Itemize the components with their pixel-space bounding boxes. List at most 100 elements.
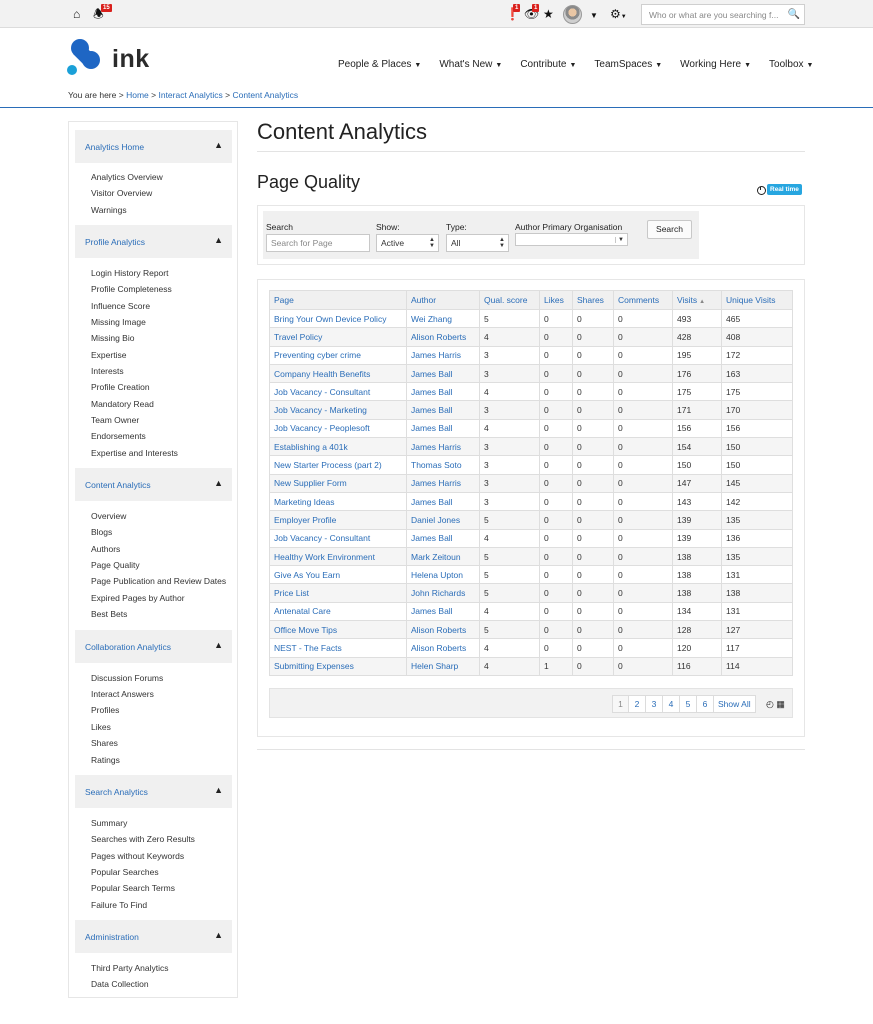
author-cell[interactable]: Helen Sharp — [406, 656, 480, 676]
column-header-unique-visits[interactable]: Unique Visits — [721, 290, 793, 310]
export-table-icon[interactable]: ▦ — [776, 699, 785, 709]
author-cell[interactable]: James Harris — [406, 437, 480, 457]
sidebar-item-overview[interactable]: Overview — [91, 511, 126, 521]
page-link-6[interactable]: 6 — [697, 695, 714, 713]
sidebar-item-endorsements[interactable]: Endorsements — [91, 431, 146, 441]
sidebar-section-collaboration-analytics[interactable]: Collaboration Analytics ▲ — [75, 630, 232, 663]
sidebar-item-login-history-report[interactable]: Login History Report — [91, 268, 168, 278]
author-cell[interactable]: Alison Roberts — [406, 327, 480, 347]
sidebar-item-expired-pages-by-author[interactable]: Expired Pages by Author — [91, 593, 185, 603]
sidebar-item-expertise-and-interests[interactable]: Expertise and Interests — [91, 448, 178, 458]
author-cell[interactable]: James Ball — [406, 363, 480, 384]
sidebar-item-discussion-forums[interactable]: Discussion Forums — [91, 673, 163, 683]
page-cell[interactable]: Antenatal Care — [269, 601, 407, 622]
clock-icon[interactable]: ◴ — [766, 699, 774, 709]
column-header-author[interactable]: Author — [406, 290, 480, 310]
sidebar-item-profiles[interactable]: Profiles — [91, 705, 119, 715]
search-button[interactable]: Search — [647, 220, 692, 239]
breadcrumb-interact-analytics[interactable]: Interact Analytics — [158, 90, 222, 100]
chevron-up-icon[interactable]: ▲ — [214, 785, 223, 795]
realtime-badge[interactable]: Real time — [767, 184, 802, 195]
page-cell[interactable]: Healthy Work Environment — [269, 546, 407, 567]
sidebar-item-popular-searches[interactable]: Popular Searches — [91, 867, 159, 877]
page-cell[interactable]: Establishing a 401k — [269, 437, 407, 457]
sidebar-item-summary[interactable]: Summary — [91, 818, 127, 828]
author-cell[interactable]: Alison Roberts — [406, 620, 480, 640]
sidebar-item-warnings[interactable]: Warnings — [91, 205, 127, 215]
brand-logo-icon[interactable] — [66, 37, 106, 77]
sidebar-item-visitor-overview[interactable]: Visitor Overview — [91, 188, 152, 198]
author-cell[interactable]: James Ball — [406, 601, 480, 622]
page-cell[interactable]: Job Vacancy - Consultant — [269, 382, 407, 402]
page-cell[interactable]: Bring Your Own Device Policy — [269, 308, 407, 329]
sidebar-item-interact-answers[interactable]: Interact Answers — [91, 689, 154, 699]
author-cell[interactable]: Daniel Jones — [406, 510, 480, 530]
nav-people-places[interactable]: People & Places ▼ — [338, 59, 421, 73]
chevron-up-icon[interactable]: ▲ — [214, 478, 223, 488]
global-search-input[interactable] — [642, 5, 778, 24]
author-cell[interactable]: Mark Zeitoun — [406, 546, 480, 567]
show-all-link[interactable]: Show All — [714, 695, 756, 713]
sidebar-item-expertise[interactable]: Expertise — [91, 350, 126, 360]
sidebar-item-page-publication-review-dates[interactable]: Page Publication and Review Dates — [91, 576, 226, 586]
page-search-input[interactable]: Search for Page — [266, 234, 370, 252]
sidebar-item-authors[interactable]: Authors — [91, 544, 120, 554]
sidebar-item-failure-to-find[interactable]: Failure To Find — [91, 900, 147, 910]
show-select[interactable]: Active ▲ ▼ — [376, 234, 439, 252]
author-cell[interactable]: Thomas Soto — [406, 455, 480, 475]
brand-name[interactable]: ink — [112, 45, 150, 74]
sidebar-item-page-quality[interactable]: Page Quality — [91, 560, 140, 570]
sidebar-item-mandatory-read[interactable]: Mandatory Read — [91, 399, 154, 409]
favourites-star-icon[interactable]: ★ — [543, 7, 554, 21]
page-cell[interactable]: Job Vacancy - Marketing — [269, 400, 407, 420]
page-link-4[interactable]: 4 — [663, 695, 680, 713]
watch-eye-icon[interactable]: 👁 1 — [524, 4, 540, 21]
home-icon[interactable]: ⌂ — [73, 7, 80, 21]
user-avatar[interactable] — [563, 5, 582, 24]
page-cell[interactable]: NEST - The Facts — [269, 638, 407, 658]
sidebar-section-administration[interactable]: Administration ▲ — [75, 920, 232, 953]
sidebar-item-missing-bio[interactable]: Missing Bio — [91, 333, 134, 343]
page-link-3[interactable]: 3 — [646, 695, 663, 713]
nav-whats-new[interactable]: What's New ▼ — [439, 59, 502, 73]
sidebar-section-analytics-home[interactable]: Analytics Home ▲ — [75, 130, 232, 163]
page-cell[interactable]: New Supplier Form — [269, 473, 407, 493]
page-cell[interactable]: Employer Profile — [269, 510, 407, 530]
user-menu-caret-icon[interactable]: ▼ — [590, 9, 598, 23]
sidebar-item-interests[interactable]: Interests — [91, 366, 124, 376]
nav-teamspaces[interactable]: TeamSpaces ▼ — [594, 59, 662, 73]
page-cell[interactable]: New Starter Process (part 2) — [269, 455, 407, 475]
author-cell[interactable]: James Ball — [406, 400, 480, 420]
notifications-bell-icon[interactable]: 🕭 15 — [93, 4, 112, 21]
sidebar-section-search-analytics[interactable]: Search Analytics ▲ — [75, 775, 232, 808]
page-cell[interactable]: Give As You Earn — [269, 565, 407, 585]
sidebar-item-influence-score[interactable]: Influence Score — [91, 301, 150, 311]
page-cell[interactable]: Job Vacancy - Consultant — [269, 528, 407, 548]
author-cell[interactable]: James Ball — [406, 491, 480, 512]
page-link-1[interactable]: 1 — [612, 695, 629, 713]
sidebar-item-team-owner[interactable]: Team Owner — [91, 415, 139, 425]
chevron-up-icon[interactable]: ▲ — [214, 930, 223, 940]
author-cell[interactable]: Wei Zhang — [406, 308, 480, 329]
page-cell[interactable]: Submitting Expenses — [269, 656, 407, 676]
sidebar-item-missing-image[interactable]: Missing Image — [91, 317, 146, 327]
sidebar-item-searches-zero-results[interactable]: Searches with Zero Results — [91, 834, 195, 844]
sidebar-item-shares[interactable]: Shares — [91, 738, 118, 748]
author-cell[interactable]: James Ball — [406, 418, 480, 439]
sidebar-item-likes[interactable]: Likes — [91, 722, 111, 732]
chevron-up-icon[interactable]: ▲ — [214, 140, 223, 150]
author-cell[interactable]: James Ball — [406, 528, 480, 548]
sidebar-section-profile-analytics[interactable]: Profile Analytics ▲ — [75, 225, 232, 258]
sidebar-item-analytics-overview[interactable]: Analytics Overview — [91, 172, 163, 182]
page-cell[interactable]: Price List — [269, 583, 407, 603]
column-header-likes[interactable]: Likes — [539, 290, 573, 310]
author-cell[interactable]: James Harris — [406, 473, 480, 493]
chevron-down-icon[interactable]: ▼ — [615, 237, 624, 243]
org-select[interactable]: ▼ — [515, 233, 628, 246]
sidebar-item-profile-creation[interactable]: Profile Creation — [91, 382, 150, 392]
page-cell[interactable]: Preventing cyber crime — [269, 345, 407, 365]
sidebar-item-pages-without-keywords[interactable]: Pages without Keywords — [91, 851, 184, 861]
column-header-shares[interactable]: Shares — [572, 290, 614, 310]
page-link-5[interactable]: 5 — [680, 695, 697, 713]
page-link-2[interactable]: 2 — [629, 695, 646, 713]
